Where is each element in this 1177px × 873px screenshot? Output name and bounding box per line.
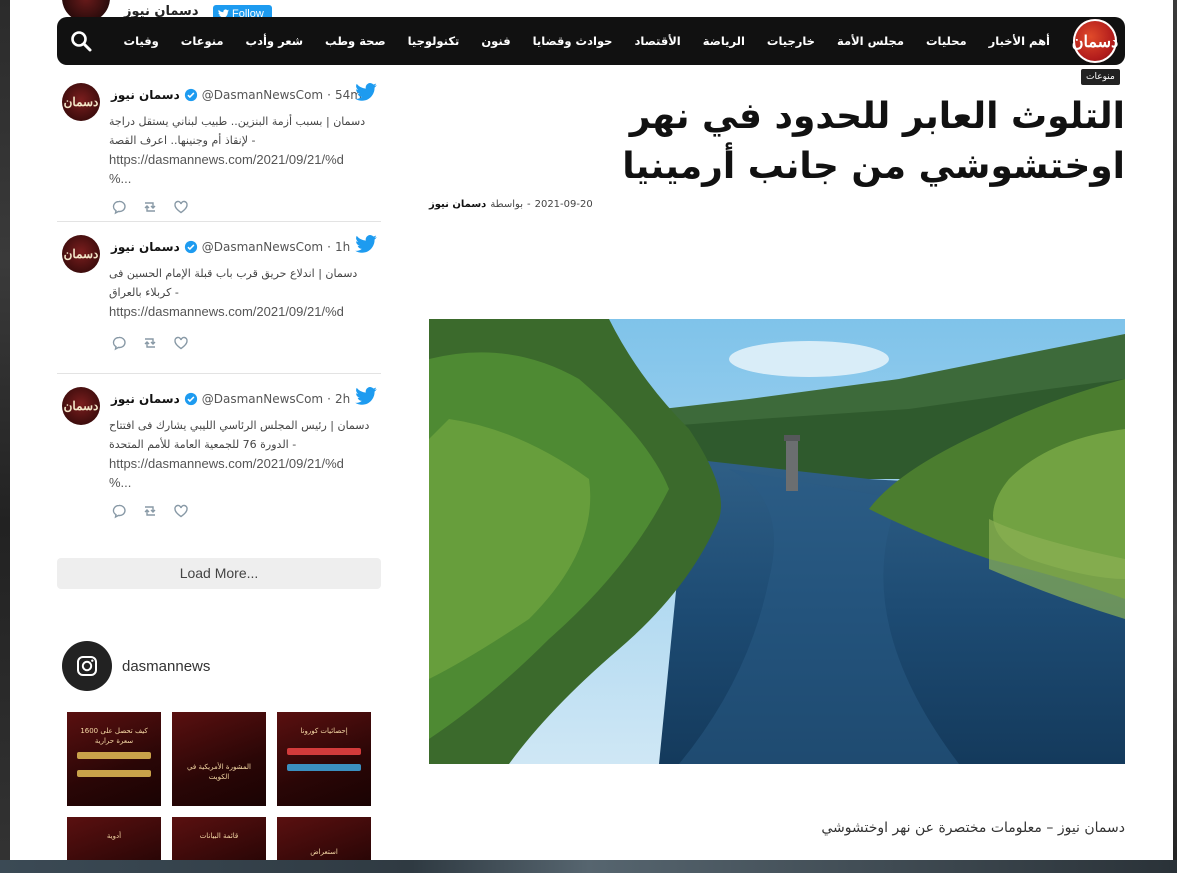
nav-item-poetry[interactable]: شعر وأدب	[235, 34, 315, 48]
tweet-text: دسمان | بسبب أزمة البنزين.. طبيب لبناني …	[109, 112, 381, 188]
retweet-icon[interactable]	[142, 199, 158, 215]
retweet-icon[interactable]	[142, 335, 158, 351]
verified-badge-icon	[184, 392, 197, 406]
twitter-timeline: دسمان دسمان نيوز @DasmanNewsCom · 54m دس…	[57, 70, 381, 539]
tweet-avatar[interactable]: دسمان	[62, 235, 100, 273]
instagram-post[interactable]: كيف تحصل على 1600 سعرة حرارية	[67, 712, 161, 806]
tweet-text: دسمان | رئيس المجلس الرئاسي الليبي يشارك…	[109, 416, 381, 492]
instagram-post-title: قائمة البيانات	[199, 832, 239, 840]
nav-menu: أهم الأخبار محليات مجلس الأمة خارجيات ال…	[113, 34, 1061, 48]
tweet-card[interactable]: دسمان دسمان نيوز @DasmanNewsCom · 1h دسم…	[57, 222, 381, 374]
nav-item-technology[interactable]: تكنولوجيا	[397, 34, 471, 48]
bottom-background-strip	[0, 860, 1177, 873]
verified-badge-icon	[184, 240, 197, 254]
tweet-line: - لإنقاذ أم وجنينها.. اعرف القصة	[109, 134, 256, 147]
article-caption: دسمان نيوز – معلومات مختصرة عن نهر اوختش…	[821, 820, 1125, 836]
instagram-header: dasmannews	[62, 641, 210, 691]
instagram-post[interactable]: المشورة الأمريكية في الكويت	[172, 712, 266, 806]
tweet-handle[interactable]: @DasmanNewsCom	[202, 88, 323, 102]
tweet-actions	[111, 503, 189, 519]
tweet-line: - كربلاء بالعراق	[109, 286, 179, 299]
main-navbar: دسمان أهم الأخبار محليات مجلس الأمة خارج…	[57, 17, 1125, 65]
tweet-text: دسمان | اندلاع حريق قرب باب قبلة الإمام …	[109, 264, 381, 321]
reply-icon[interactable]	[111, 335, 127, 351]
retweet-icon[interactable]	[142, 503, 158, 519]
article-author[interactable]: دسمان نيوز	[429, 199, 486, 210]
tweet-time[interactable]: 2h	[335, 392, 350, 406]
tweet-card[interactable]: دسمان دسمان نيوز @DasmanNewsCom · 2h دسم…	[57, 374, 381, 539]
river-landscape-image	[429, 319, 1125, 764]
tweet-actions	[111, 335, 189, 351]
tweet-link-cont[interactable]: %...	[109, 473, 381, 492]
nav-item-local[interactable]: محليات	[915, 34, 978, 48]
nav-item-international[interactable]: خارجيات	[756, 34, 826, 48]
tweet-actions	[111, 199, 189, 215]
tweet-card[interactable]: دسمان دسمان نيوز @DasmanNewsCom · 54m دس…	[57, 70, 381, 222]
tweet-time[interactable]: 1h	[335, 240, 350, 254]
tweet-link[interactable]: https://dasmannews.com/2021/09/21/%d	[109, 454, 381, 473]
instagram-post[interactable]: إحصائيات كورونا	[277, 712, 371, 806]
nav-item-misc[interactable]: منوعات	[170, 34, 235, 48]
nav-item-accidents[interactable]: حوادث وقضايا	[522, 34, 624, 48]
by-label: بواسطة	[490, 199, 523, 210]
instagram-post-title: المشورة الأمريكية في الكويت	[187, 763, 251, 781]
tweet-author-name[interactable]: دسمان نيوز	[111, 88, 180, 102]
tweet-link-cont[interactable]: %...	[109, 169, 381, 188]
instagram-grid: كيف تحصل على 1600 سعرة حرارية المشورة ال…	[67, 712, 371, 873]
reply-icon[interactable]	[111, 199, 127, 215]
tweet-dot: ·	[327, 240, 331, 254]
instagram-post-title: استعراض	[310, 848, 338, 856]
tweet-author-name[interactable]: دسمان نيوز	[111, 392, 180, 406]
tweet-link[interactable]: https://dasmannews.com/2021/09/21/%d	[109, 150, 381, 169]
nav-item-parliament[interactable]: مجلس الأمة	[826, 34, 915, 48]
tweet-author-name[interactable]: دسمان نيوز	[111, 240, 180, 254]
nav-item-arts[interactable]: فنون	[470, 34, 521, 48]
nav-item-top-news[interactable]: أهم الأخبار	[978, 34, 1061, 48]
article-title: التلوث العابر للحدود في نهر اوختشوشي من …	[622, 96, 1125, 187]
tweet-handle[interactable]: @DasmanNewsCom	[202, 240, 323, 254]
nav-item-sports[interactable]: الرياضة	[692, 34, 756, 48]
verified-badge-icon	[184, 88, 197, 102]
search-icon[interactable]	[69, 29, 93, 53]
load-more-button[interactable]: Load More...	[57, 558, 381, 589]
tweet-dot: ·	[327, 392, 331, 406]
instagram-username[interactable]: dasmannews	[122, 658, 210, 675]
tweet-line: دسمان | رئيس المجلس الرئاسي الليبي يشارك…	[109, 419, 370, 432]
tweet-handle[interactable]: @DasmanNewsCom	[202, 392, 323, 406]
article-date: 2021-09-20	[534, 199, 593, 210]
instagram-post-title: أدوية	[106, 832, 122, 840]
tweet-link[interactable]: https://dasmannews.com/2021/09/21/%d	[109, 302, 381, 321]
tweet-dot: ·	[327, 88, 331, 102]
tweet-header: دسمان نيوز @DasmanNewsCom · 2h	[111, 392, 350, 406]
instagram-icon[interactable]	[62, 641, 112, 691]
like-heart-icon[interactable]	[173, 503, 189, 519]
site-logo[interactable]: دسمان	[1072, 19, 1118, 63]
tweet-avatar[interactable]: دسمان	[62, 387, 100, 425]
like-heart-icon[interactable]	[173, 199, 189, 215]
nav-item-economy[interactable]: الأقتصاد	[623, 34, 691, 48]
tweet-header: دسمان نيوز @DasmanNewsCom · 54m	[111, 88, 362, 102]
tweet-line: دسمان | اندلاع حريق قرب باب قبلة الإمام …	[109, 267, 358, 280]
instagram-post-title: إحصائيات كورونا	[300, 727, 348, 735]
article-hero-image	[429, 319, 1125, 764]
tweet-header: دسمان نيوز @DasmanNewsCom · 1h	[111, 240, 350, 254]
nav-item-obituaries[interactable]: وفيات	[113, 34, 170, 48]
nav-item-health[interactable]: صحة وطب	[314, 34, 397, 48]
tweet-line: - الدورة 76 للجمعية العامة للأمم المتحدة	[109, 438, 297, 451]
reply-icon[interactable]	[111, 503, 127, 519]
twitter-bird-icon[interactable]	[355, 387, 377, 405]
article-meta: دسمان نيوز بواسطة - 2021-09-20	[429, 199, 593, 210]
meta-separator: -	[526, 199, 531, 210]
category-badge[interactable]: منوعات	[1081, 69, 1120, 85]
tweet-avatar[interactable]: دسمان	[62, 83, 100, 121]
tweet-line: دسمان | بسبب أزمة البنزين.. طبيب لبناني …	[109, 115, 366, 128]
twitter-bird-icon[interactable]	[355, 83, 377, 101]
like-heart-icon[interactable]	[173, 335, 189, 351]
instagram-post-title: كيف تحصل على 1600 سعرة حرارية	[80, 727, 148, 745]
twitter-bird-icon[interactable]	[355, 235, 377, 253]
